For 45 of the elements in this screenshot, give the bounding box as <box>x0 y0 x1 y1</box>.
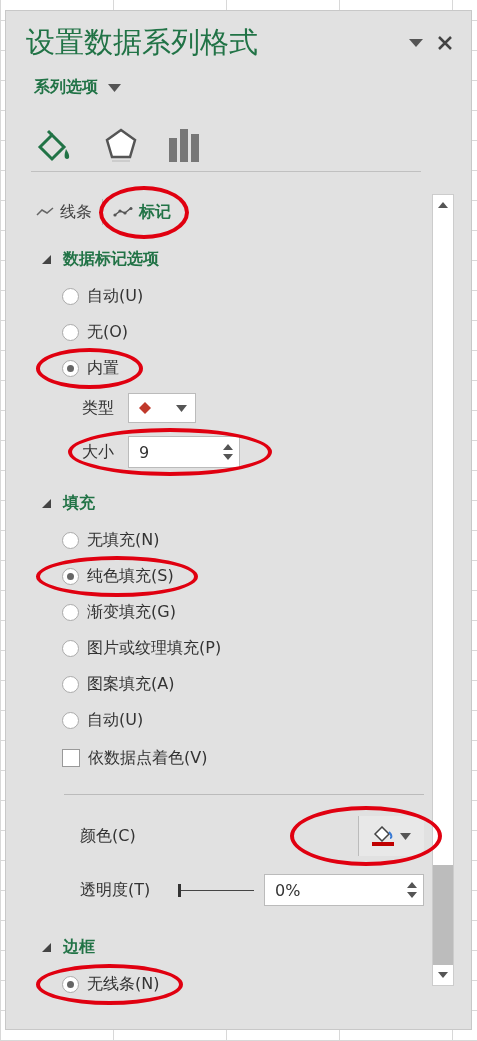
section-header[interactable]: 数据标记选项 <box>22 240 159 278</box>
spin-arrows-icon[interactable] <box>223 443 233 461</box>
pane-title: 设置数据系列格式 <box>26 24 258 61</box>
radio-option[interactable]: 纯色填充(S) <box>62 565 174 587</box>
close-icon[interactable] <box>437 35 453 51</box>
expand-triangle-icon <box>42 498 51 508</box>
marker-icon <box>139 402 151 414</box>
series-options-menu[interactable]: 系列选项 <box>28 73 127 102</box>
color-picker-button[interactable] <box>358 816 424 856</box>
bar-chart-icon[interactable] <box>168 128 200 162</box>
radio-option[interactable]: 自动(U) <box>62 709 144 731</box>
scrollbar[interactable] <box>432 194 454 986</box>
section-header[interactable]: 边框 <box>22 928 95 966</box>
pentagon-icon[interactable] <box>104 127 138 163</box>
field-label: 透明度(T) <box>80 879 152 901</box>
dropdown-caret-icon[interactable] <box>409 39 423 47</box>
paint-bucket-icon <box>372 826 394 846</box>
field-label: 类型 <box>82 397 114 419</box>
radio-option[interactable]: 无线条(N) <box>62 973 160 995</box>
section-header[interactable]: 填充 <box>22 484 95 522</box>
expand-triangle-icon <box>42 942 51 952</box>
field-label: 颜色(C) <box>80 825 137 847</box>
line-icon <box>36 207 54 217</box>
transparency-spinner[interactable]: 0% <box>264 874 424 906</box>
caret-icon <box>108 83 121 92</box>
size-spinner[interactable]: 9 <box>128 436 240 468</box>
checkbox-option[interactable]: 依数据点着色(V) <box>62 747 208 769</box>
line-marker-icon <box>113 207 133 217</box>
tab[interactable]: 标记 <box>109 197 175 227</box>
radio-option[interactable]: 自动(U) <box>62 285 144 307</box>
radio-option[interactable]: 内置 <box>62 357 119 379</box>
expand-triangle-icon <box>42 254 51 264</box>
radio-option[interactable]: 无(O) <box>62 321 129 343</box>
tab[interactable]: 线条 <box>32 197 96 227</box>
slider-thumb[interactable] <box>178 883 181 897</box>
radio-option[interactable]: 渐变填充(G) <box>62 601 176 623</box>
field-label: 大小 <box>82 441 114 463</box>
radio-option[interactable]: 图片或纹理填充(P) <box>62 637 222 659</box>
caret-icon <box>176 404 187 412</box>
radio-option[interactable]: 图案填充(A) <box>62 673 175 695</box>
spin-arrows-icon[interactable] <box>407 881 417 899</box>
marker-type-dropdown[interactable] <box>128 393 196 423</box>
radio-option[interactable]: 无填充(N) <box>62 529 160 551</box>
caret-icon <box>400 832 411 840</box>
scrollbar-thumb[interactable] <box>433 865 453 965</box>
